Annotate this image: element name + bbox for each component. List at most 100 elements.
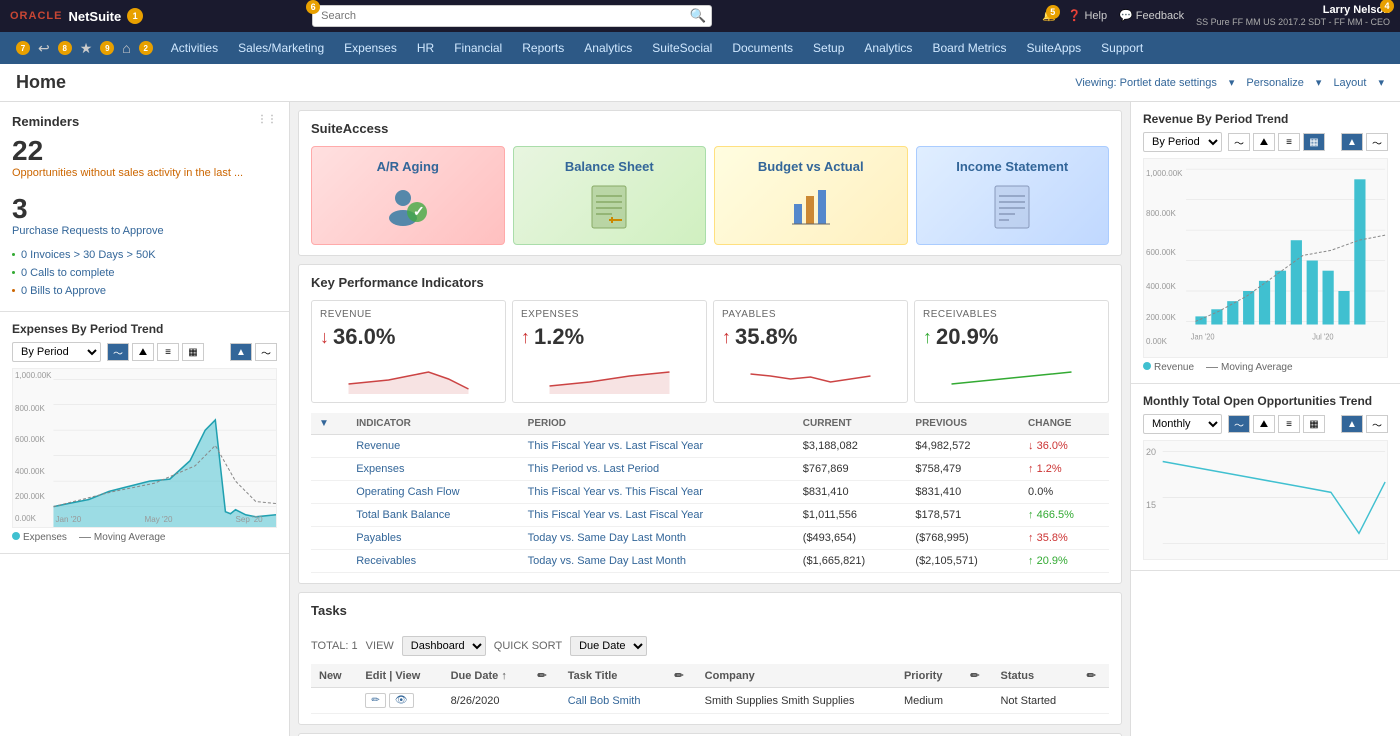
nav-board-metrics[interactable]: Board Metrics bbox=[922, 32, 1016, 64]
tasks-title: Tasks bbox=[311, 603, 347, 618]
opp-table-btn[interactable]: ≡ bbox=[1278, 415, 1300, 433]
y-label-200: 200.00K bbox=[15, 492, 45, 501]
search-button[interactable]: 🔍 bbox=[690, 8, 707, 24]
reminder-item-1: 22 Opportunities without sales activity … bbox=[12, 137, 277, 179]
kpi-card-revenue: REVENUE ↓ 36.0% bbox=[311, 300, 506, 403]
kpi-row-bank-balance: Total Bank Balance This Fiscal Year vs. … bbox=[311, 504, 1109, 527]
bank-balance-period-link[interactable]: This Fiscal Year vs. Last Fiscal Year bbox=[528, 509, 703, 521]
rev-y-0: 0.00K bbox=[1146, 337, 1167, 346]
task-due-date: 8/26/2020 bbox=[443, 688, 530, 714]
feedback-button[interactable]: 💬 Feedback bbox=[1119, 9, 1184, 22]
reminder-link-invoices[interactable]: 0 Invoices > 30 Days > 50K bbox=[12, 245, 277, 263]
tasks-quick-sort-label: QUICK SORT bbox=[494, 640, 562, 652]
opp-y-20: 20 bbox=[1146, 447, 1156, 457]
expenses-period-link[interactable]: This Period vs. Last Period bbox=[528, 463, 659, 475]
help-button[interactable]: ❓ Help bbox=[1068, 9, 1107, 22]
th-new: New bbox=[311, 664, 357, 688]
drag-handle[interactable]: ⋮⋮ bbox=[257, 114, 277, 129]
suite-card-budget-actual[interactable]: Budget vs Actual bbox=[714, 146, 908, 245]
operating-cash-link[interactable]: Operating Cash Flow bbox=[356, 486, 459, 498]
home-button[interactable]: ⌂ bbox=[118, 38, 134, 58]
revenue-line2-btn[interactable]: 〜 bbox=[1366, 133, 1388, 151]
revenue-period-select[interactable]: By Period bbox=[1143, 132, 1222, 152]
reminder-link-calls[interactable]: 0 Calls to complete bbox=[12, 263, 277, 281]
reminder-link-2[interactable]: Purchase Requests to Approve bbox=[12, 225, 164, 237]
search-input[interactable] bbox=[312, 5, 712, 27]
suite-card-income-statement[interactable]: Income Statement bbox=[916, 146, 1110, 245]
table-chart-btn[interactable]: ≡ bbox=[157, 343, 179, 361]
expenses-period-select[interactable]: By Period bbox=[12, 342, 101, 362]
task-edit-btn[interactable]: ✏ bbox=[365, 693, 385, 708]
personalize-button[interactable]: Personalize bbox=[1246, 77, 1303, 89]
revenue-area-btn[interactable]: ▲ bbox=[1341, 133, 1363, 151]
layout-button[interactable]: Layout bbox=[1333, 77, 1366, 89]
nav-analytics-2[interactable]: Analytics bbox=[854, 32, 922, 64]
opportunities-period-select[interactable]: Monthly bbox=[1143, 414, 1222, 434]
area-chart-btn-2[interactable]: ▲ bbox=[230, 343, 252, 361]
revenue-current: $3,188,082 bbox=[795, 435, 908, 458]
nav-activities[interactable]: Activities bbox=[161, 32, 228, 64]
nav-analytics-1[interactable]: Analytics bbox=[574, 32, 642, 64]
badge-9: 9 bbox=[100, 41, 114, 55]
bank-balance-link[interactable]: Total Bank Balance bbox=[356, 509, 450, 521]
tasks-sort-select[interactable]: Due Date bbox=[570, 636, 647, 656]
nav-documents[interactable]: Documents bbox=[722, 32, 803, 64]
suite-card-ar-aging[interactable]: A/R Aging ✓ bbox=[311, 146, 505, 245]
th-edit-icon: ✏ bbox=[529, 664, 559, 688]
line-chart-btn-2[interactable]: 〜 bbox=[255, 343, 277, 361]
rev-y-600: 600.00K bbox=[1146, 248, 1176, 257]
expenses-chart-title: Expenses By Period Trend bbox=[12, 322, 277, 336]
back-button[interactable]: ↩ bbox=[34, 38, 54, 59]
revenue-period-link[interactable]: This Fiscal Year vs. Last Fiscal Year bbox=[528, 440, 703, 452]
task-title-link[interactable]: Call Bob Smith bbox=[568, 695, 641, 707]
y-label-0: 0.00K bbox=[15, 514, 36, 523]
tasks-view-select[interactable]: Dashboard bbox=[402, 636, 486, 656]
svg-text:Jan '20: Jan '20 bbox=[55, 515, 81, 524]
main-layout: Reminders ⋮⋮ 22 Opportunities without sa… bbox=[0, 102, 1400, 736]
revenue-table-btn[interactable]: ≡ bbox=[1278, 133, 1300, 151]
revenue-bar-btn[interactable]: ▦ bbox=[1303, 133, 1325, 151]
badge-8: 8 bbox=[58, 41, 72, 55]
revenue-ma-legend: Moving Average bbox=[1206, 362, 1293, 373]
reminder-link-1[interactable]: Opportunities without sales activity in … bbox=[12, 167, 243, 179]
revenue-mountain-btn[interactable]: ⛰ bbox=[1253, 133, 1275, 151]
revenue-arrow: ↓ bbox=[320, 327, 329, 348]
line-chart-btn[interactable]: 〜 bbox=[107, 343, 129, 361]
payables-period-link[interactable]: Today vs. Same Day Last Month bbox=[528, 532, 686, 544]
receivables-period-link[interactable]: Today vs. Same Day Last Month bbox=[528, 555, 686, 567]
viewing-portlet-button[interactable]: Viewing: Portlet date settings bbox=[1075, 77, 1217, 89]
payables-indicator-link[interactable]: Payables bbox=[356, 532, 401, 544]
center-content: SuiteAccess A/R Aging ✓ Balance Sheet bbox=[290, 102, 1130, 736]
page-title: Home bbox=[16, 72, 66, 93]
nav-suitesocial[interactable]: SuiteSocial bbox=[642, 32, 722, 64]
nav-financial[interactable]: Financial bbox=[444, 32, 512, 64]
favorites-button[interactable]: ★ bbox=[76, 38, 97, 59]
opp-mountain-btn[interactable]: ⛰ bbox=[1253, 415, 1275, 433]
nav-suiteapps[interactable]: SuiteApps bbox=[1016, 32, 1091, 64]
opp-bar-btn[interactable]: ▦ bbox=[1303, 415, 1325, 433]
opp-line-btn[interactable]: 〜 bbox=[1228, 415, 1250, 433]
nav-reports[interactable]: Reports bbox=[512, 32, 574, 64]
suite-card-balance-sheet[interactable]: Balance Sheet bbox=[513, 146, 707, 245]
opp-line2-btn[interactable]: 〜 bbox=[1366, 415, 1388, 433]
expenses-indicator-link[interactable]: Expenses bbox=[356, 463, 404, 475]
opp-area2-btn[interactable]: ▲ bbox=[1341, 415, 1363, 433]
task-view-btn[interactable]: 👁 bbox=[389, 693, 414, 708]
reminder-item-2: 3 Purchase Requests to Approve bbox=[12, 195, 277, 237]
nav-hr[interactable]: HR bbox=[407, 32, 444, 64]
nav-expenses[interactable]: Expenses bbox=[334, 32, 407, 64]
receivables-indicator-link[interactable]: Receivables bbox=[356, 555, 416, 567]
mountain-chart-btn[interactable]: ⛰ bbox=[132, 343, 154, 361]
badge-4: 4 bbox=[1380, 0, 1394, 13]
nav-setup[interactable]: Setup bbox=[803, 32, 854, 64]
filter-icon[interactable]: ▼ bbox=[319, 418, 329, 429]
reminder-link-bills[interactable]: 0 Bills to Approve bbox=[12, 281, 277, 299]
nav-sales-marketing[interactable]: Sales/Marketing bbox=[228, 32, 334, 64]
bar-chart-btn[interactable]: ▦ bbox=[182, 343, 204, 361]
balance-sheet-icon bbox=[584, 182, 634, 232]
revenue-chart-legend: Revenue Moving Average bbox=[1143, 362, 1388, 373]
nav-support[interactable]: Support bbox=[1091, 32, 1153, 64]
revenue-indicator-link[interactable]: Revenue bbox=[356, 440, 400, 452]
operating-cash-period-link[interactable]: This Fiscal Year vs. This Fiscal Year bbox=[528, 486, 703, 498]
revenue-line-btn[interactable]: 〜 bbox=[1228, 133, 1250, 151]
